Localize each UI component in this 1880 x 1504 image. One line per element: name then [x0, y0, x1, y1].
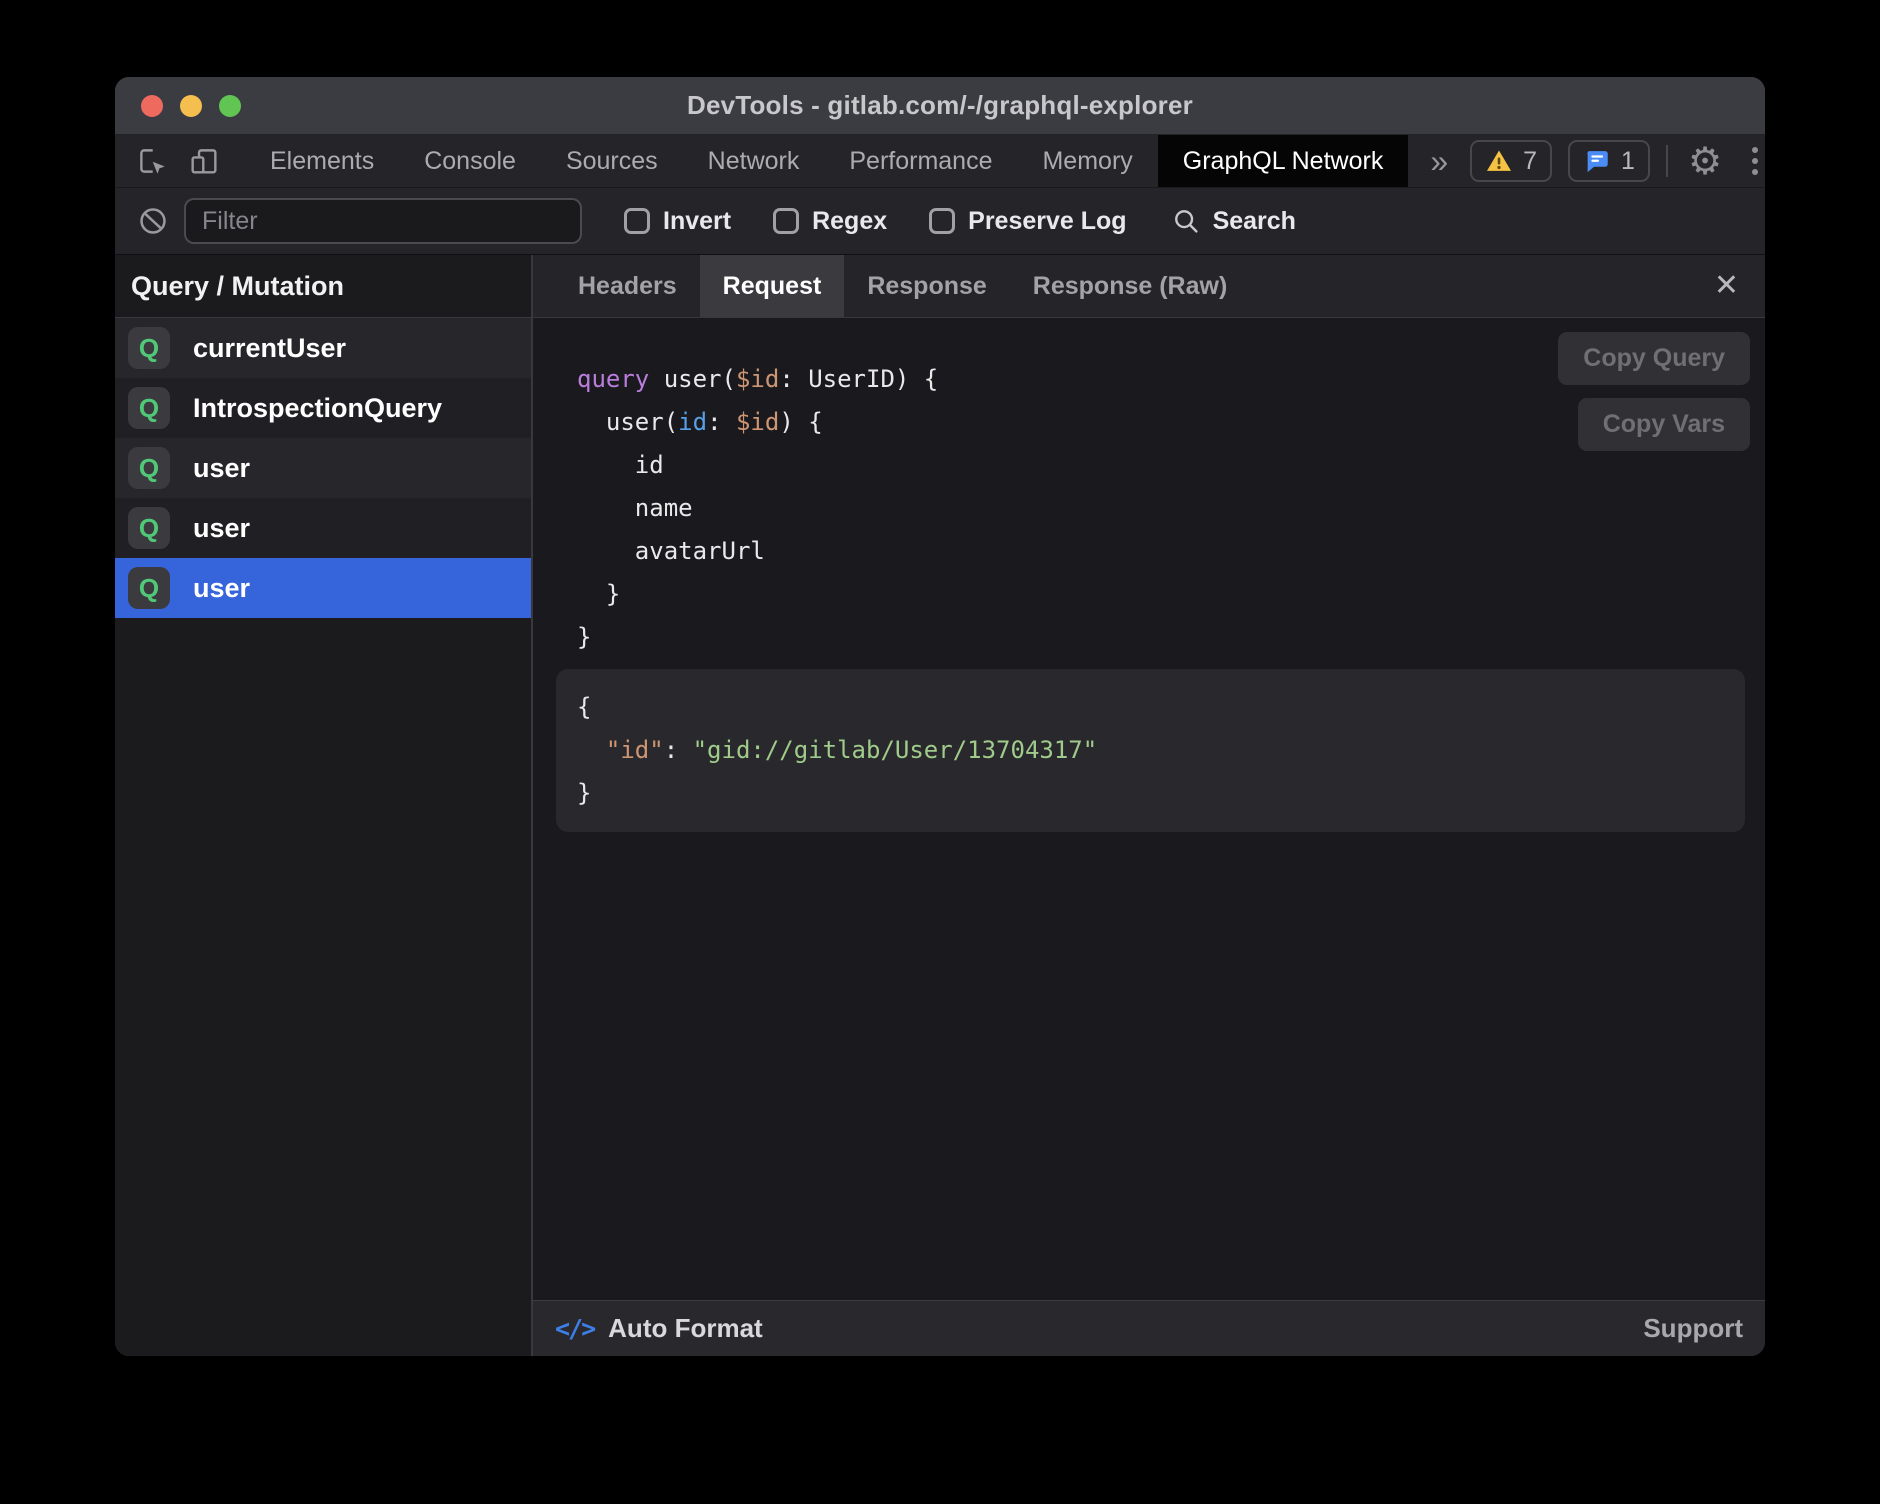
code-line: }: [577, 616, 1765, 659]
message-count: 1: [1621, 147, 1635, 176]
query-type-badge: Q: [128, 387, 170, 429]
warning-icon: [1485, 147, 1513, 175]
search-button[interactable]: Search: [1171, 206, 1296, 236]
detail-tab-response[interactable]: Response: [844, 255, 1009, 317]
close-window-button[interactable]: [141, 95, 163, 117]
toolbar-divider: [1666, 145, 1668, 177]
request-name: IntrospectionQuery: [193, 393, 442, 424]
tab-memory[interactable]: Memory: [1017, 135, 1157, 187]
query-type-badge: Q: [128, 447, 170, 489]
more-tabs-chevron[interactable]: »: [1408, 135, 1470, 187]
devtools-window: DevTools - gitlab.com/-/graphql-explorer…: [115, 77, 1765, 1356]
filter-input[interactable]: [184, 198, 582, 244]
query-list-panel: Query / Mutation QcurrentUserQIntrospect…: [115, 255, 533, 1356]
tab-elements[interactable]: Elements: [245, 135, 399, 187]
request-name: user: [193, 453, 250, 484]
code-line: name: [577, 487, 1765, 530]
code-line: avatarUrl: [577, 530, 1765, 573]
request-name: user: [193, 573, 250, 604]
detail-tab-response-raw[interactable]: Response (Raw): [1010, 255, 1250, 317]
filter-options: Invert Regex Preserve Log: [582, 207, 1127, 236]
query-list-header: Query / Mutation: [115, 255, 531, 318]
checkbox-label-regex: Regex: [812, 207, 887, 236]
search-label: Search: [1213, 207, 1296, 236]
filter-bar: Invert Regex Preserve Log Search: [115, 188, 1765, 255]
tab-network[interactable]: Network: [683, 135, 825, 187]
checkbox-invert[interactable]: Invert: [624, 207, 731, 236]
traffic-lights: [141, 77, 241, 134]
tab-performance[interactable]: Performance: [824, 135, 1017, 187]
code-line: "id": "gid://gitlab/User/13704317": [577, 729, 1745, 772]
request-list-item[interactable]: QcurrentUser: [115, 318, 531, 378]
toolbar-right-group: 7 1 ⚙: [1470, 135, 1765, 187]
checkbox-regex[interactable]: Regex: [773, 207, 887, 236]
checkbox-label-invert: Invert: [663, 207, 731, 236]
warnings-badge[interactable]: 7: [1470, 140, 1552, 182]
checkbox-preserve-log[interactable]: Preserve Log: [929, 207, 1126, 236]
request-list-item[interactable]: Q IntrospectionQuery: [115, 378, 531, 438]
query-type-badge: Q: [128, 327, 170, 369]
titlebar: DevTools - gitlab.com/-/graphql-explorer: [115, 77, 1765, 135]
request-name: user: [193, 513, 250, 544]
minimize-window-button[interactable]: [180, 95, 202, 117]
customize-devtools-kebab-icon[interactable]: [1742, 147, 1765, 175]
search-icon: [1171, 206, 1201, 236]
detail-footer: </> Auto Format Support: [533, 1300, 1765, 1356]
query-type-badge: Q: [128, 567, 170, 609]
device-toolbar-icon[interactable]: [187, 144, 221, 178]
detail-panel: HeadersRequestResponseResponse (Raw) ✕ qu…: [533, 255, 1765, 1356]
window-title: DevTools - gitlab.com/-/graphql-explorer: [687, 90, 1193, 121]
request-tab-body: query user($id: UserID) { user(id: $id) …: [533, 318, 1765, 1300]
request-list-item[interactable]: Quser: [115, 498, 531, 558]
auto-format-icon: </>: [555, 1314, 594, 1343]
request-name: currentUser: [193, 333, 346, 364]
devtools-toolbar: ElementsConsoleSourcesNetworkPerformance…: [115, 135, 1765, 188]
checkbox-box-preserve-log[interactable]: [929, 208, 955, 234]
warning-count: 7: [1523, 147, 1537, 176]
checkbox-label-preserve-log: Preserve Log: [968, 207, 1126, 236]
devtools-tab-strip: ElementsConsoleSourcesNetworkPerformance…: [245, 135, 1408, 187]
code-line: }: [577, 573, 1765, 616]
code-line: {: [577, 686, 1745, 729]
tab-console[interactable]: Console: [399, 135, 541, 187]
request-list-item[interactable]: Quser: [115, 438, 531, 498]
auto-format-button[interactable]: Auto Format: [608, 1313, 763, 1344]
query-type-badge: Q: [128, 507, 170, 549]
copy-buttons: Copy Query Copy Vars: [1558, 332, 1750, 451]
tab-graphql-network[interactable]: GraphQL Network: [1158, 135, 1409, 187]
close-detail-icon[interactable]: ✕: [1714, 271, 1739, 301]
request-variables-code: { "id": "gid://gitlab/User/13704317"}: [556, 669, 1745, 832]
detail-tab-request[interactable]: Request: [700, 255, 845, 317]
main-content: Query / Mutation QcurrentUserQIntrospect…: [115, 255, 1765, 1356]
settings-gear-icon[interactable]: ⚙: [1684, 142, 1726, 180]
request-list-item[interactable]: Quser: [115, 558, 531, 618]
copy-query-button[interactable]: Copy Query: [1558, 332, 1750, 385]
code-line: }: [577, 772, 1745, 815]
tab-sources[interactable]: Sources: [541, 135, 683, 187]
inspect-element-icon[interactable]: [135, 144, 169, 178]
detail-tab-strip: HeadersRequestResponseResponse (Raw) ✕: [533, 255, 1765, 318]
checkbox-box-invert[interactable]: [624, 208, 650, 234]
clear-block-icon[interactable]: [137, 205, 169, 237]
messages-badge[interactable]: 1: [1568, 140, 1650, 182]
detail-tab-headers[interactable]: Headers: [555, 255, 700, 317]
message-icon: [1583, 147, 1611, 175]
request-list: QcurrentUserQIntrospectionQueryQuserQuse…: [115, 318, 531, 618]
copy-vars-button[interactable]: Copy Vars: [1578, 398, 1750, 451]
support-link[interactable]: Support: [1643, 1313, 1743, 1344]
checkbox-box-regex[interactable]: [773, 208, 799, 234]
zoom-window-button[interactable]: [219, 95, 241, 117]
